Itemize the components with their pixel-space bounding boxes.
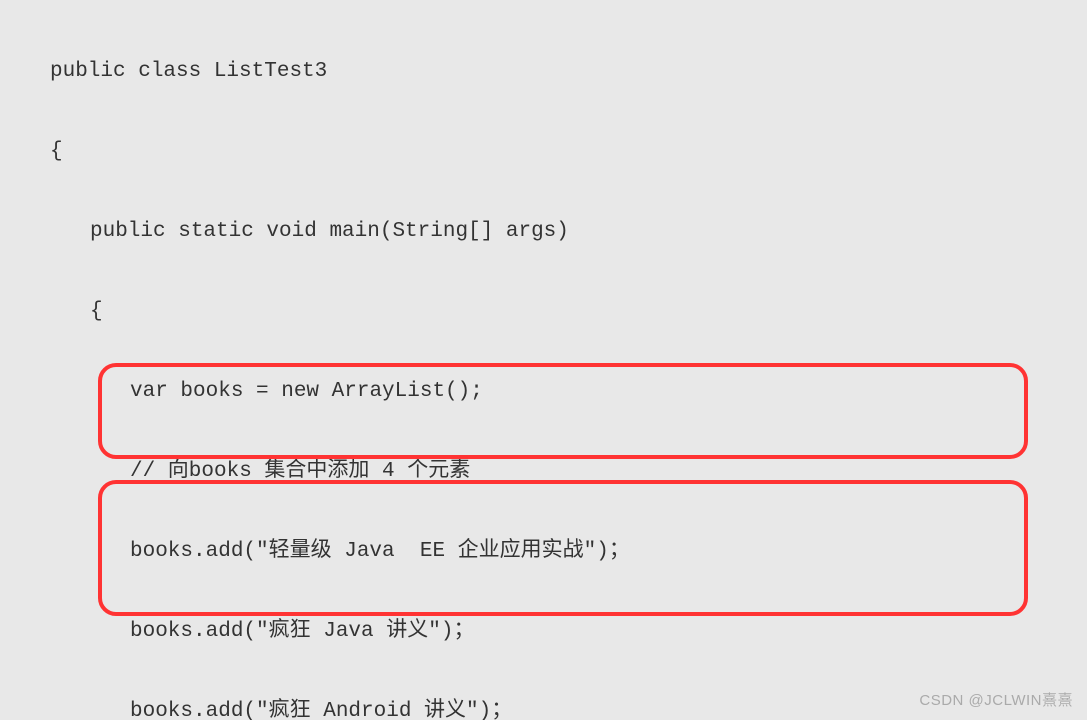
- code-line: var books = new ArrayList();: [0, 372, 1087, 412]
- code-line: {: [0, 292, 1087, 332]
- code-line: public class ListTest3: [0, 52, 1087, 92]
- code-line: {: [0, 132, 1087, 172]
- code-block: public class ListTest3 { public static v…: [0, 0, 1087, 720]
- watermark: CSDN @JCLWIN熹熹: [919, 689, 1073, 710]
- code-line: books.add("轻量级 Java EE 企业应用实战")；: [0, 532, 1087, 572]
- code-line: books.add("疯狂 Java 讲义")；: [0, 612, 1087, 652]
- code-line: // 向books 集合中添加 4 个元素: [0, 452, 1087, 492]
- code-line: public static void main(String[] args): [0, 212, 1087, 252]
